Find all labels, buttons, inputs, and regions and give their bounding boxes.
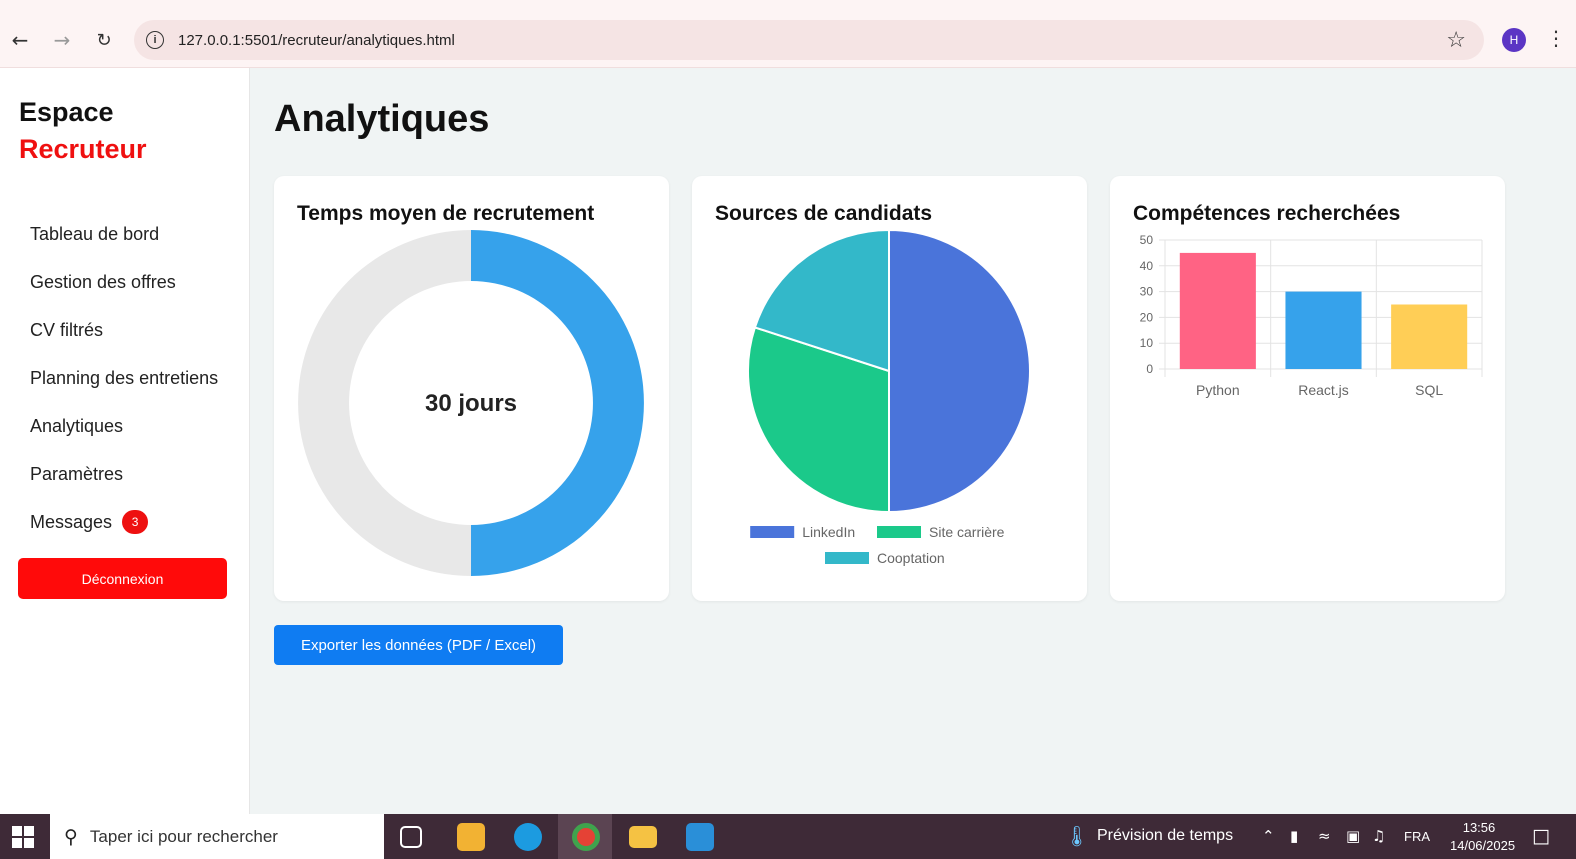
reload-icon[interactable]: ↻ — [90, 26, 118, 54]
legend-label: LinkedIn — [802, 524, 855, 540]
x-tick-label: SQL — [1415, 382, 1443, 398]
task-view-icon[interactable] — [400, 826, 422, 848]
page-title: Analytiques — [274, 98, 490, 140]
network-icon[interactable]: ▣ — [1346, 827, 1360, 845]
notification-icon[interactable]: □ — [1532, 825, 1550, 847]
sidebar-item-planning-des-entretiens[interactable]: Planning des entretiens — [30, 354, 218, 402]
y-tick-label: 30 — [1140, 285, 1154, 299]
address-bar[interactable]: i 127.0.0.1:5501/recruteur/analytiques.h… — [134, 20, 1484, 60]
y-tick-label: 10 — [1140, 336, 1154, 350]
weather-label[interactable]: Prévision de temps — [1097, 827, 1233, 845]
bar-chart: 0 10 20 30 40 50 Python React.js SQL — [1140, 233, 1483, 398]
clock-time: 13:56 — [1462, 820, 1496, 835]
legend-label: Cooptation — [877, 550, 945, 566]
y-tick-label: 40 — [1140, 259, 1154, 273]
sidebar-item-messages[interactable]: Messages 3 — [30, 498, 218, 546]
browser-menu-icon[interactable]: ⋮ — [1546, 26, 1566, 50]
clock-date: 14/06/2025 — [1450, 838, 1516, 853]
sidebar-item-gestion-des-offres[interactable]: Gestion des offres — [30, 258, 218, 306]
brand-line1: Espace — [19, 97, 114, 127]
sidebar-item-tableau-de-bord[interactable]: Tableau de bord — [30, 210, 218, 258]
messages-count-badge: 3 — [122, 510, 149, 534]
taskbar-search-placeholder: Taper ici pour rechercher — [89, 826, 278, 846]
wifi-icon[interactable]: ≈ — [1318, 827, 1331, 845]
y-tick-label: 20 — [1140, 310, 1154, 324]
browser-toolbar: ← → ↻ i 127.0.0.1:5501/recruteur/analyti… — [0, 0, 1576, 68]
back-arrow-icon[interactable]: ← — [6, 26, 34, 54]
legend-label: Site carrière — [929, 524, 1005, 540]
edge-icon[interactable] — [514, 823, 542, 851]
forward-arrow-icon[interactable]: → — [48, 26, 76, 54]
doughnut-chart: 30 jours — [298, 230, 644, 576]
site-info-icon[interactable]: i — [146, 31, 164, 49]
x-tick-label: React.js — [1298, 382, 1349, 398]
vscode-icon[interactable] — [686, 823, 714, 851]
sidebar-item-analytiques[interactable]: Analytiques — [30, 402, 218, 450]
export-button[interactable]: Exporter les données (PDF / Excel) — [274, 625, 563, 665]
candidate-sources-card: Sources de candidats LinkedIn Site carriè… — [692, 176, 1087, 601]
volume-icon[interactable]: ♫ — [1372, 827, 1385, 845]
bar-sql — [1391, 304, 1468, 369]
brand-line2: Recruteur — [19, 134, 147, 164]
bar-python — [1179, 252, 1256, 369]
chevron-up-icon[interactable]: ⌃ — [1262, 827, 1275, 845]
doughnut-center-label: 30 jours — [425, 390, 517, 417]
recruitment-time-card: Temps moyen de recrutement 30 jours — [274, 176, 669, 601]
sidebar-item-label: Messages — [30, 511, 113, 532]
battery-icon[interactable]: ▮ — [1290, 827, 1298, 845]
sidebar: Espace Recruteur Tableau de bord Gestion… — [0, 68, 250, 814]
sidebar-item-parametres[interactable]: Paramètres — [30, 450, 218, 498]
thermometer-icon[interactable]: 🌡 — [1064, 824, 1089, 848]
logout-button[interactable]: Déconnexion — [18, 558, 227, 599]
brand-logo: Espace Recruteur — [19, 94, 147, 168]
sidebar-item-cv-filtres[interactable]: CV filtrés — [30, 306, 218, 354]
legend-swatch — [877, 526, 921, 538]
pie-chart: LinkedIn Site carrière Cooptation — [747, 228, 1031, 566]
bar-reactjs — [1285, 291, 1362, 369]
chrome-icon[interactable] — [572, 823, 600, 851]
clock[interactable]: 13:56 14/06/2025 — [1450, 819, 1516, 855]
legend-swatch — [750, 526, 795, 538]
sidebar-menu: Tableau de bord Gestion des offres CV fi… — [30, 210, 218, 546]
url-text[interactable]: 127.0.0.1:5501/recruteur/analytiques.htm… — [178, 32, 455, 49]
y-tick-label: 0 — [1146, 362, 1153, 376]
taskbar-search[interactable]: ⚲ Taper ici pour rechercher — [50, 814, 384, 859]
y-tick-label: 50 — [1140, 233, 1154, 247]
pie-slice-linkedin — [888, 228, 1031, 514]
search-icon: ⚲ — [64, 825, 78, 848]
store-icon[interactable] — [457, 823, 485, 851]
language-indicator[interactable]: FRA — [1404, 829, 1430, 844]
legend-swatch — [825, 552, 869, 564]
bookmark-star-icon[interactable]: ☆ — [1446, 28, 1466, 53]
skills-card: Compétences recherchées 0 10 20 30 40 50 Pytho… — [1110, 176, 1505, 601]
profile-avatar[interactable]: H — [1502, 28, 1526, 52]
file-explorer-icon[interactable] — [629, 826, 657, 848]
windows-start-icon[interactable] — [12, 826, 34, 848]
taskbar: ⚲ Taper ici pour rechercher 🌡 Prévision … — [0, 814, 1576, 859]
x-tick-label: Python — [1196, 382, 1240, 398]
